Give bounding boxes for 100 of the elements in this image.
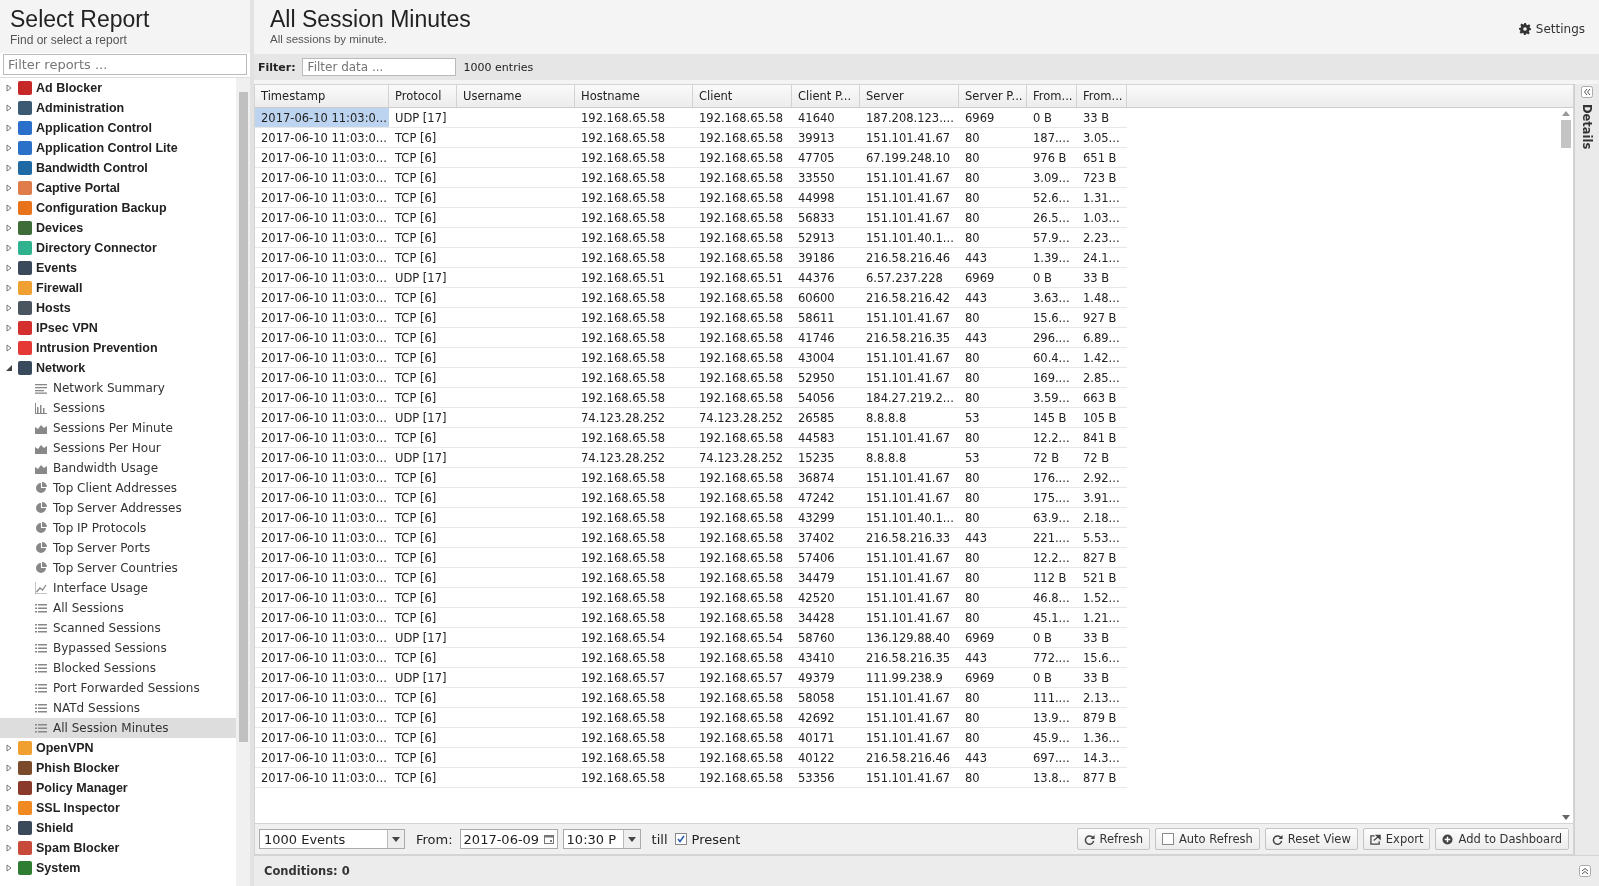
table-cell: 192.168.65.58	[693, 248, 792, 268]
column-header[interactable]: From...	[1077, 85, 1127, 107]
column-header[interactable]: Server P...	[959, 85, 1027, 107]
tree-item[interactable]: Phish Blocker	[0, 758, 236, 778]
scrollbar[interactable]	[236, 78, 250, 886]
tree-item[interactable]: SSL Inspector	[0, 798, 236, 818]
table-cell: 192.168.65.58	[575, 168, 693, 188]
column-header[interactable]: From...	[1027, 85, 1077, 107]
column-header[interactable]: Protocol	[389, 85, 457, 107]
report-item[interactable]: Sessions	[0, 398, 236, 418]
table-cell: 0 B	[1027, 268, 1077, 288]
table-cell: 2017-06-10 11:03:0...	[255, 148, 389, 168]
tree-item[interactable]: Captive Portal	[0, 178, 236, 198]
plus-circle-icon	[1442, 833, 1454, 845]
tree-item[interactable]: IPsec VPN	[0, 318, 236, 338]
report-item[interactable]: Top Client Addresses	[0, 478, 236, 498]
settings-button[interactable]: Settings	[1516, 20, 1587, 38]
expander-icon[interactable]	[5, 364, 13, 372]
column-header[interactable]: Client P...	[792, 85, 860, 107]
scroll-down-icon[interactable]	[1562, 815, 1570, 820]
reset-view-button[interactable]: Reset View	[1264, 828, 1358, 850]
expand-icon[interactable]	[1579, 865, 1591, 877]
collapse-icon[interactable]	[1581, 86, 1593, 98]
pie-chart-icon	[35, 562, 47, 574]
table-cell: 58760	[792, 628, 860, 648]
scroll-thumb[interactable]	[238, 92, 248, 742]
report-item[interactable]: All Sessions	[0, 598, 236, 618]
table-cell: 192.168.65.58	[575, 388, 693, 408]
table-cell: UDP [17]	[389, 268, 457, 288]
table-cell: 3.05...	[1077, 128, 1127, 148]
report-item[interactable]: Blocked Sessions	[0, 658, 236, 678]
report-item[interactable]: Top Server Countries	[0, 558, 236, 578]
list-icon	[35, 622, 47, 634]
present-checkbox[interactable]: Present	[674, 831, 741, 847]
column-header[interactable]: Timestamp	[255, 85, 389, 107]
table-cell: 2017-06-10 11:03:0...	[255, 628, 389, 648]
report-item[interactable]: Port Forwarded Sessions	[0, 678, 236, 698]
table-cell: 2017-06-10 11:03:0...	[255, 468, 389, 488]
report-filter-field[interactable]: Filter reports ...	[3, 54, 247, 75]
table-cell: 80	[959, 488, 1027, 508]
tree-item[interactable]: Hosts	[0, 298, 236, 318]
report-item[interactable]: NATd Sessions	[0, 698, 236, 718]
add-to-dashboard-button[interactable]: Add to Dashboard	[1435, 828, 1569, 850]
data-filter-field[interactable]: Filter data ...	[301, 58, 456, 76]
tree-item[interactable]: Shield	[0, 818, 236, 838]
tree-item[interactable]: Spam Blocker	[0, 838, 236, 858]
report-item[interactable]: Top Server Addresses	[0, 498, 236, 518]
date-field[interactable]: 2017-06-09	[459, 829, 558, 849]
report-item[interactable]: All Session Minutes	[0, 718, 236, 738]
tree-item[interactable]: Intrusion Prevention	[0, 338, 236, 358]
tree-item[interactable]: Policy Manager	[0, 778, 236, 798]
tree-item[interactable]: Ad Blocker	[0, 78, 236, 98]
report-item[interactable]: Bypassed Sessions	[0, 638, 236, 658]
scroll-thumb[interactable]	[1561, 120, 1571, 148]
table-cell: 3.91...	[1077, 488, 1127, 508]
time-select[interactable]: 10:30 P	[562, 829, 641, 849]
events-select[interactable]: 1000 Events	[259, 829, 405, 849]
report-item[interactable]: Network Summary	[0, 378, 236, 398]
table-cell: 151.101.41.67	[860, 128, 959, 148]
table-cell: 74.123.28.252	[575, 408, 693, 428]
table-cell: 192.168.65.58	[575, 568, 693, 588]
refresh-button[interactable]: Refresh	[1076, 828, 1150, 850]
column-header[interactable]: Hostname	[575, 85, 693, 107]
table-cell: 80	[959, 128, 1027, 148]
report-item[interactable]: Top Server Ports	[0, 538, 236, 558]
report-item[interactable]: Interface Usage	[0, 578, 236, 598]
tree-item[interactable]: Network	[0, 358, 236, 378]
table-cell: 45.9...	[1027, 728, 1077, 748]
table-cell: 192.168.65.58	[693, 208, 792, 228]
tree-item[interactable]: Bandwidth Control	[0, 158, 236, 178]
details-panel[interactable]: Details	[1574, 84, 1599, 855]
report-item[interactable]: Scanned Sessions	[0, 618, 236, 638]
table-cell: 52950	[792, 368, 860, 388]
column-header[interactable]: Server	[860, 85, 959, 107]
tree-item[interactable]: Directory Connector	[0, 238, 236, 258]
tree-item[interactable]: System	[0, 858, 236, 878]
column-header[interactable]: Username	[457, 85, 575, 107]
table-cell: TCP [6]	[389, 488, 457, 508]
table-cell: 2.23...	[1077, 228, 1127, 248]
tree-item[interactable]: Configuration Backup	[0, 198, 236, 218]
tree-item[interactable]: Firewall	[0, 278, 236, 298]
scroll-up-icon[interactable]	[1562, 111, 1570, 116]
auto-refresh-toggle[interactable]: Auto Refresh	[1154, 828, 1260, 850]
tree-item[interactable]: Application Control Lite	[0, 138, 236, 158]
export-button[interactable]: Export	[1362, 828, 1431, 850]
tree-item[interactable]: OpenVPN	[0, 738, 236, 758]
report-item[interactable]: Top IP Protocols	[0, 518, 236, 538]
table-cell: 192.168.65.58	[575, 768, 693, 788]
table-cell: 2017-06-10 11:03:0...	[255, 348, 389, 368]
column-header[interactable]: Client	[693, 85, 792, 107]
table-cell: 2017-06-10 11:03:0...	[255, 248, 389, 268]
tree-item[interactable]: Application Control	[0, 118, 236, 138]
tree-item[interactable]: Devices	[0, 218, 236, 238]
tree-item[interactable]: Events	[0, 258, 236, 278]
report-title: All Session Minutes	[270, 6, 471, 33]
tree-item[interactable]: Administration	[0, 98, 236, 118]
table-cell: 192.168.65.58	[575, 228, 693, 248]
report-item[interactable]: Sessions Per Minute	[0, 418, 236, 438]
report-item[interactable]: Bandwidth Usage	[0, 458, 236, 478]
report-item[interactable]: Sessions Per Hour	[0, 438, 236, 458]
